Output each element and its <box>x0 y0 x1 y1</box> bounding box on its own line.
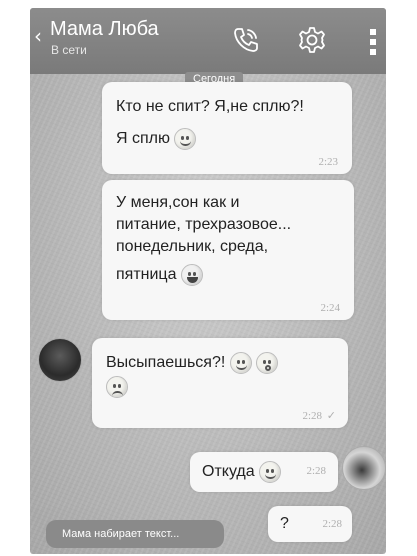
message-text-line <box>106 376 334 399</box>
message-text: пятница <box>116 266 177 284</box>
read-check-icon: ✓ <box>326 410 336 422</box>
message-bubble-outgoing[interactable]: Кто не спит? Я,не сплю?! Я сплю 2:23 <box>102 82 352 174</box>
message-text: У меня,сон как и <box>116 194 240 211</box>
message-time: 2:24 <box>320 302 340 314</box>
message-text: Я сплю <box>116 130 170 148</box>
message-text: питание, трехразовое... <box>116 216 292 233</box>
contact-avatar[interactable] <box>38 338 82 382</box>
smile-emoji-icon <box>229 352 252 374</box>
message-bubble-incoming[interactable]: Высыпаешься?! 2:28 ✓ <box>92 338 348 428</box>
chat-screen: ‹ Мама Люба В сети Сегодня Кто не спит? … <box>30 8 386 554</box>
online-status: В сети <box>51 43 87 57</box>
laughing-emoji-icon <box>180 264 203 286</box>
smile-emoji-icon <box>174 128 197 150</box>
scared-emoji-icon <box>256 352 279 374</box>
message-time: 2:23 <box>318 156 338 168</box>
message-bubble-outgoing[interactable]: ? 2:28 <box>268 506 352 542</box>
message-time: 2:28 <box>302 410 322 422</box>
message-time: 2:28 <box>322 518 342 530</box>
typing-indicator: Мама набирает текст... <box>46 520 224 548</box>
message-text-line: пятница <box>116 264 340 286</box>
back-arrow-icon[interactable]: ‹ <box>34 26 42 46</box>
message-text-line: Высыпаешься?! <box>106 352 334 374</box>
sad-emoji-icon <box>106 376 128 399</box>
phone-call-icon[interactable] <box>230 24 262 56</box>
message-text: Высыпаешься?! <box>106 354 226 372</box>
message-text: Кто не спит? Я,не сплю?! <box>116 98 304 115</box>
message-text: понедельник, среда, <box>116 238 269 255</box>
chat-header: ‹ Мама Люба В сети <box>30 8 386 74</box>
contact-name[interactable]: Мама Люба <box>50 17 159 41</box>
message-bubble-outgoing[interactable]: У меня,сон как и питание, трехразовое...… <box>102 180 354 320</box>
more-vertical-icon[interactable] <box>366 28 380 56</box>
message-time: 2:28 <box>306 465 326 477</box>
message-bubble-outgoing[interactable]: Откуда 2:28 <box>190 452 338 492</box>
message-text-line: Я сплю <box>116 128 338 150</box>
gear-icon[interactable] <box>296 24 328 56</box>
smile-emoji-icon <box>259 461 282 483</box>
my-avatar[interactable] <box>342 446 386 490</box>
message-text: Откуда <box>202 463 255 481</box>
